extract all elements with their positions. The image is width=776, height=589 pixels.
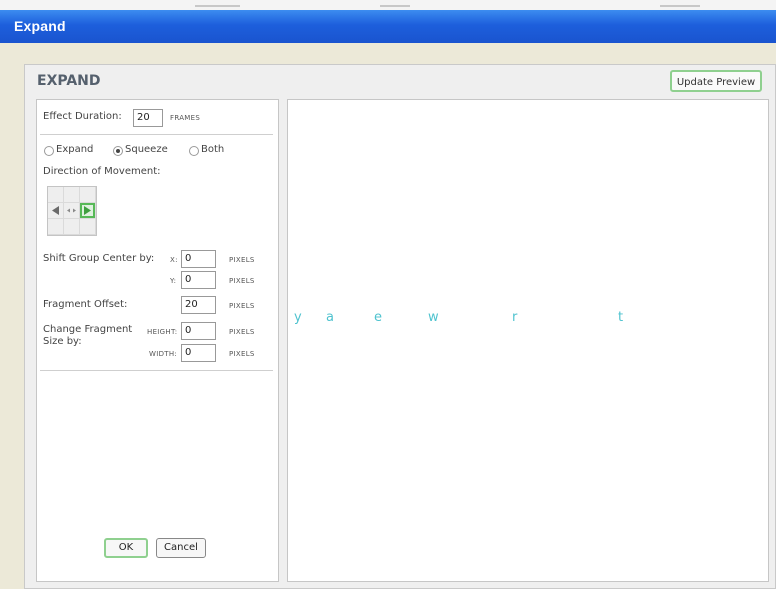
fragment-size-label-line2: Size by:: [43, 336, 82, 347]
panel-title: EXPAND: [37, 73, 101, 89]
fragment-height-label: HEIGHT:: [147, 328, 178, 336]
shift-x-unit: PIXELS: [229, 256, 255, 264]
direction-center[interactable]: [64, 203, 79, 218]
direction-down[interactable]: [64, 219, 79, 234]
arrow-left-icon: [52, 206, 59, 215]
shift-x-label: X:: [170, 256, 178, 264]
cancel-button[interactable]: Cancel: [156, 538, 206, 558]
shift-x-input[interactable]: 0: [181, 250, 216, 268]
fragment-width-input[interactable]: 0: [181, 344, 216, 362]
direction-grid: [47, 186, 97, 236]
fragment-size-label-line1: Change Fragment: [43, 324, 133, 335]
direction-left[interactable]: [48, 203, 63, 218]
shift-y-input[interactable]: 0: [181, 271, 216, 289]
settings-panel: Effect Duration: 20 FRAMES Expand Squeez…: [36, 99, 279, 582]
direction-down-left[interactable]: [48, 219, 63, 234]
divider: [40, 370, 273, 371]
fragment-width-label: WIDTH:: [149, 350, 178, 358]
fragment-width-unit: PIXELS: [229, 350, 255, 358]
radio-squeeze[interactable]: [113, 146, 123, 156]
fragment-height-unit: PIXELS: [229, 328, 255, 336]
preview-area: y a e w r t: [287, 99, 769, 582]
preview-letter: r: [512, 310, 518, 325]
direction-up[interactable]: [64, 187, 79, 202]
radio-both-label[interactable]: Both: [201, 144, 224, 155]
double-arrow-icon: [67, 208, 76, 213]
fragment-height-input[interactable]: 0: [181, 322, 216, 340]
fragment-offset-label: Fragment Offset:: [43, 299, 128, 310]
preview-letter: e: [374, 310, 382, 325]
effect-duration-label: Effect Duration:: [43, 111, 122, 122]
direction-right[interactable]: [80, 203, 95, 218]
top-screen-strip: [0, 0, 776, 10]
radio-squeeze-label[interactable]: Squeeze: [125, 144, 168, 155]
effect-duration-input[interactable]: 20: [133, 109, 163, 127]
arrow-right-icon: [84, 206, 91, 215]
window-title: Expand: [14, 18, 66, 34]
radio-both[interactable]: [189, 146, 199, 156]
direction-up-right[interactable]: [80, 187, 95, 202]
radio-expand-label[interactable]: Expand: [56, 144, 93, 155]
direction-down-right[interactable]: [80, 219, 95, 234]
update-preview-button[interactable]: Update Preview: [670, 70, 762, 92]
radio-expand[interactable]: [44, 146, 54, 156]
ok-button[interactable]: OK: [104, 538, 148, 558]
shift-group-label: Shift Group Center by:: [43, 253, 155, 264]
effect-duration-unit: FRAMES: [170, 114, 201, 122]
direction-label: Direction of Movement:: [43, 166, 161, 177]
direction-up-left[interactable]: [48, 187, 63, 202]
divider: [40, 134, 273, 135]
preview-letter: y: [294, 310, 302, 325]
fragment-offset-input[interactable]: 20: [181, 296, 216, 314]
fragment-offset-unit: PIXELS: [229, 302, 255, 310]
preview-letter: a: [326, 310, 334, 325]
shift-y-label: Y:: [170, 277, 177, 285]
shift-y-unit: PIXELS: [229, 277, 255, 285]
expand-panel: EXPAND Update Preview Effect Duration: 2…: [24, 64, 776, 589]
preview-letter: t: [618, 310, 624, 325]
window-titlebar[interactable]: Expand: [0, 10, 776, 43]
preview-letter: w: [428, 310, 439, 325]
window-client: EXPAND Update Preview Effect Duration: 2…: [6, 43, 776, 589]
